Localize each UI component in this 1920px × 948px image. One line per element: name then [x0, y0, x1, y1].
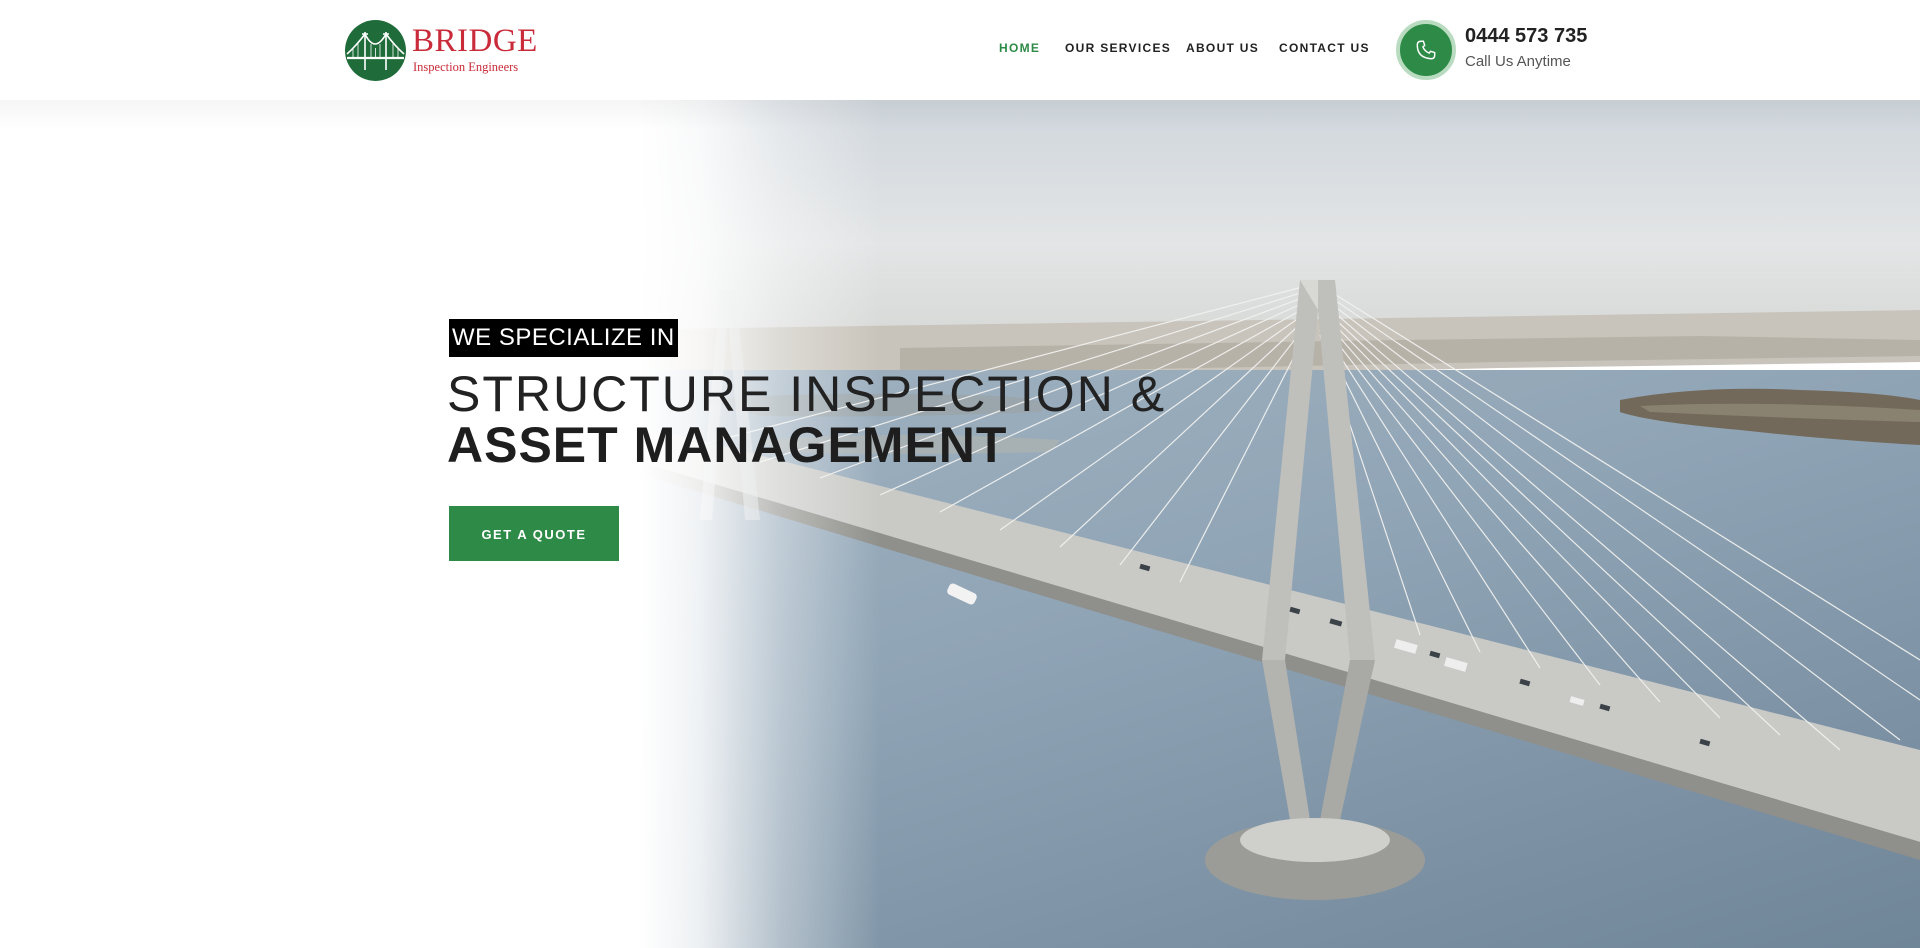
nav-item-our-services[interactable]: OUR SERVICES: [1065, 41, 1171, 55]
brand-subtitle: Inspection Engineers: [413, 60, 519, 74]
phone-icon: [1416, 40, 1436, 60]
site-header: BRIDGE Inspection Engineers HOME OUR SER…: [0, 0, 1920, 100]
site-logo[interactable]: BRIDGE Inspection Engineers: [345, 20, 540, 82]
hero-section: WE SPECIALIZE IN STRUCTURE INSPECTION & …: [0, 100, 1920, 948]
hero-tagline: WE SPECIALIZE IN: [449, 319, 678, 357]
hero-headline-line2: ASSET MANAGEMENT: [447, 417, 1008, 473]
header-shadow: [0, 100, 1920, 130]
hero-white-fade: [0, 100, 1920, 948]
brand-name: BRIDGE: [412, 23, 538, 59]
nav-item-about-us[interactable]: ABOUT US: [1186, 41, 1259, 55]
phone-number[interactable]: 0444 573 735: [1465, 25, 1587, 48]
get-a-quote-button[interactable]: GET A QUOTE: [449, 506, 619, 561]
nav-item-contact-us[interactable]: CONTACT US: [1279, 41, 1370, 55]
call-button[interactable]: [1396, 20, 1456, 80]
phone-caption: Call Us Anytime: [1465, 53, 1571, 70]
bridge-logo-icon: [345, 20, 406, 81]
hero-headline-line1: STRUCTURE INSPECTION &: [447, 366, 1167, 422]
nav-item-home[interactable]: HOME: [999, 41, 1040, 55]
